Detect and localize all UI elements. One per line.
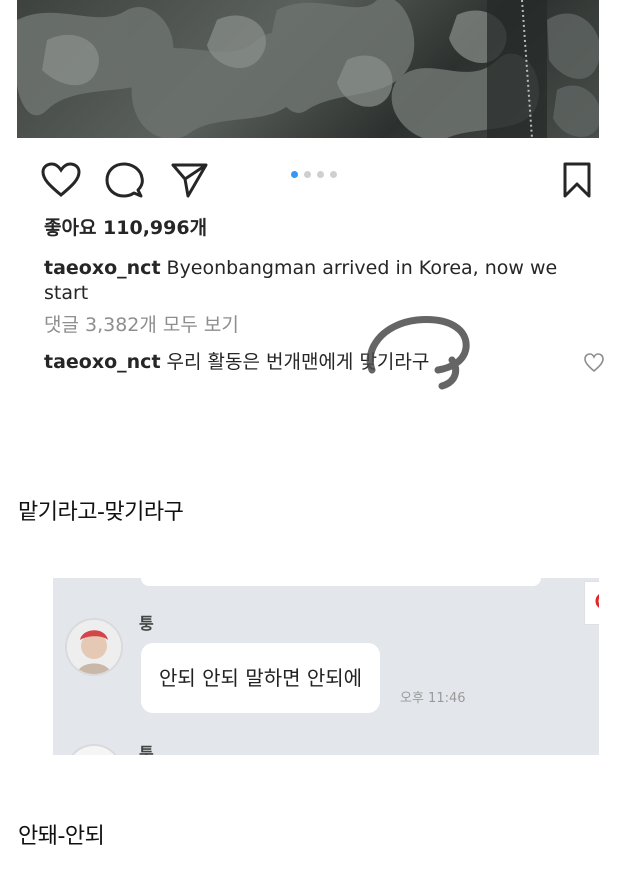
message-bubble[interactable]: 안되 안되 말하면 안되에 [141, 643, 381, 713]
comment-like-button[interactable] [583, 352, 605, 374]
like-button[interactable] [41, 162, 81, 198]
avatar[interactable] [65, 744, 123, 755]
carousel-indicator [291, 171, 337, 178]
heart-icon [584, 353, 604, 373]
carousel-dot [317, 171, 324, 178]
like-count[interactable]: 좋아요 110,996개 [44, 216, 207, 241]
carousel-dot-active [291, 171, 298, 178]
sender-name: 퉁 [139, 744, 154, 755]
correction-caption-2: 안돼-안되 [18, 824, 105, 849]
sender-name: 퉁 [139, 614, 154, 633]
view-all-comments-link[interactable]: 댓글 3,382개 모두 보기 [44, 313, 239, 338]
send-icon [171, 163, 208, 198]
carousel-dot [304, 171, 311, 178]
search-button[interactable] [584, 581, 599, 625]
comment-icon [105, 162, 144, 198]
post-photo-art [17, 0, 599, 138]
heart-icon [41, 162, 81, 197]
caption-username[interactable]: taeoxo_nct [44, 257, 161, 279]
post-action-bar [17, 150, 599, 210]
share-button[interactable] [169, 162, 209, 198]
search-icon [595, 594, 599, 608]
profile-photo [67, 620, 121, 674]
chat-screenshot: 퉁 안되 안되 말하면 안되에 오후 11:46 퉁 [53, 578, 599, 755]
post-photo[interactable] [17, 0, 599, 138]
comment-text: 우리 활동은 번개맨에게 맞기라구 [166, 351, 430, 373]
post-caption: taeoxo_nct Byeonbangman arrived in Korea,… [44, 256, 584, 306]
bookmark-icon [563, 162, 591, 198]
correction-caption-1: 맡기라고-맞기라구 [18, 500, 184, 525]
comment-username[interactable]: taeoxo_nct [44, 351, 161, 373]
chat-previous-bubble [141, 578, 541, 586]
save-button[interactable] [557, 162, 597, 198]
avatar[interactable] [65, 618, 123, 676]
comment-button[interactable] [104, 162, 144, 198]
carousel-dot [330, 171, 337, 178]
message-timestamp: 오후 11:46 [400, 691, 466, 706]
comment-row: taeoxo_nct 우리 활동은 번개맨에게 맞기라구 [44, 350, 429, 375]
